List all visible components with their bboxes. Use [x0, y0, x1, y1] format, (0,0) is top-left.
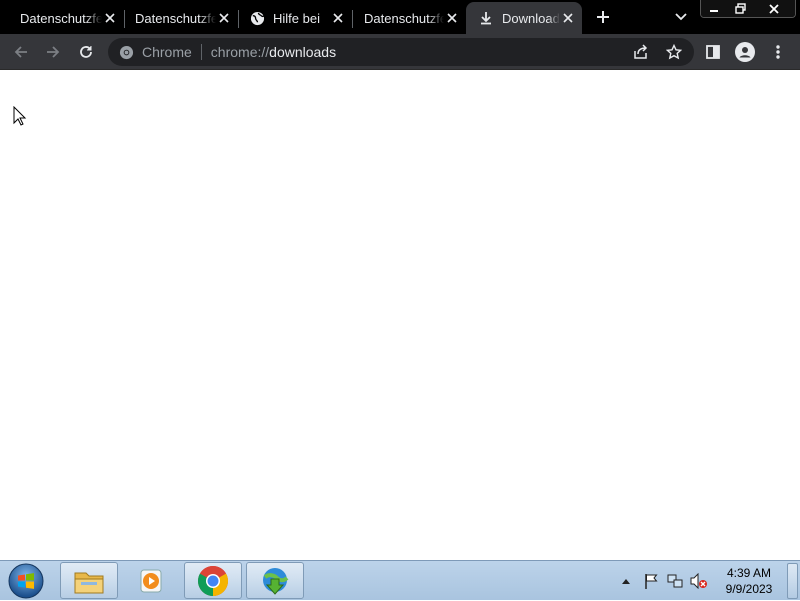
tab-close-icon[interactable]: [330, 10, 346, 26]
tab-close-icon[interactable]: [216, 10, 232, 26]
taskbar-download-manager[interactable]: [246, 562, 304, 599]
close-icon: [769, 3, 779, 14]
chevron-down-icon: [675, 13, 687, 21]
show-desktop-button[interactable]: [787, 563, 798, 599]
start-button[interactable]: [6, 563, 46, 599]
tab-1[interactable]: Datenschutzfe: [8, 2, 124, 34]
tab-title: Datenschutzfe: [135, 10, 216, 26]
taskbar-clock[interactable]: 4:39 AM 9/9/2023: [716, 565, 782, 597]
restore-icon: [734, 3, 746, 14]
kebab-menu-icon: [776, 45, 780, 59]
windows-start-icon: [8, 563, 44, 599]
back-button[interactable]: [10, 41, 32, 63]
download-manager-icon: [263, 567, 289, 595]
system-tray: [620, 561, 710, 601]
action-center-icon[interactable]: [640, 573, 662, 589]
chevron-up-icon: [622, 579, 630, 584]
tab-close-icon[interactable]: [444, 10, 460, 26]
chrome-icon: [197, 565, 229, 596]
network-icon[interactable]: [664, 573, 686, 589]
url-host: downloads: [269, 44, 337, 60]
tab-4[interactable]: Datenschutzfe: [352, 2, 466, 34]
share-icon: [634, 44, 648, 59]
tab-title: Downloads: [502, 10, 560, 26]
share-button[interactable]: [632, 43, 650, 61]
side-panel-button[interactable]: [702, 41, 724, 63]
profile-button[interactable]: [734, 41, 756, 63]
download-icon: [478, 10, 494, 26]
avatar-icon: [735, 42, 755, 62]
taskbar-media-player[interactable]: [122, 562, 180, 599]
minimize-button[interactable]: [701, 0, 727, 17]
address-bar[interactable]: Chrome chrome:// downloads: [108, 38, 694, 66]
taskbar: 4:39 AM 9/9/2023: [0, 560, 800, 600]
tab-5-active[interactable]: Downloads: [466, 2, 582, 34]
tab-3[interactable]: Hilfe bei: [238, 2, 352, 34]
volume-muted-icon[interactable]: [688, 573, 710, 589]
forward-arrow-icon: [47, 46, 60, 58]
tab-strip: Datenschutzfe Datenschutzfe Hilfe bei Da…: [0, 0, 800, 34]
chrome-logo-icon: [118, 44, 134, 60]
side-panel-icon: [706, 45, 720, 59]
site-chip-label: Chrome: [142, 44, 192, 60]
tab-title: Datenschutzfe: [20, 10, 102, 26]
media-player-icon: [140, 569, 162, 592]
tab-close-icon[interactable]: [560, 10, 576, 26]
browser-toolbar: Chrome chrome:// downloads: [0, 34, 800, 70]
restore-button[interactable]: [727, 0, 753, 17]
back-arrow-icon: [14, 46, 27, 58]
tab-search-button[interactable]: [672, 8, 690, 26]
menu-button[interactable]: [767, 41, 789, 63]
url-scheme: chrome://: [210, 44, 270, 60]
reload-icon: [80, 46, 92, 58]
omnibox-divider: [200, 44, 202, 60]
new-tab-button[interactable]: [592, 6, 614, 28]
globe-icon: [249, 10, 265, 26]
page-content: [0, 71, 800, 560]
taskbar-file-explorer[interactable]: [60, 562, 118, 599]
close-window-button[interactable]: [753, 0, 795, 17]
star-icon: [666, 44, 682, 60]
tab-title: Hilfe bei: [273, 10, 320, 26]
tab-title: Datenschutzfe: [364, 10, 444, 26]
mouse-cursor-icon: [13, 105, 27, 131]
bookmark-star-button[interactable]: [665, 43, 683, 61]
window-controls: [700, 0, 796, 18]
tab-2[interactable]: Datenschutzfe: [124, 2, 238, 34]
taskbar-chrome[interactable]: [184, 562, 242, 599]
reload-button[interactable]: [75, 41, 97, 63]
clock-date: 9/9/2023: [725, 582, 773, 596]
file-explorer-icon: [74, 572, 104, 593]
forward-button[interactable]: [42, 41, 64, 63]
show-hidden-icons-button[interactable]: [620, 578, 632, 584]
clock-time: 4:39 AM: [726, 566, 772, 580]
plus-icon: [597, 11, 609, 23]
minimize-icon: [710, 9, 718, 12]
tab-close-icon[interactable]: [102, 10, 118, 26]
